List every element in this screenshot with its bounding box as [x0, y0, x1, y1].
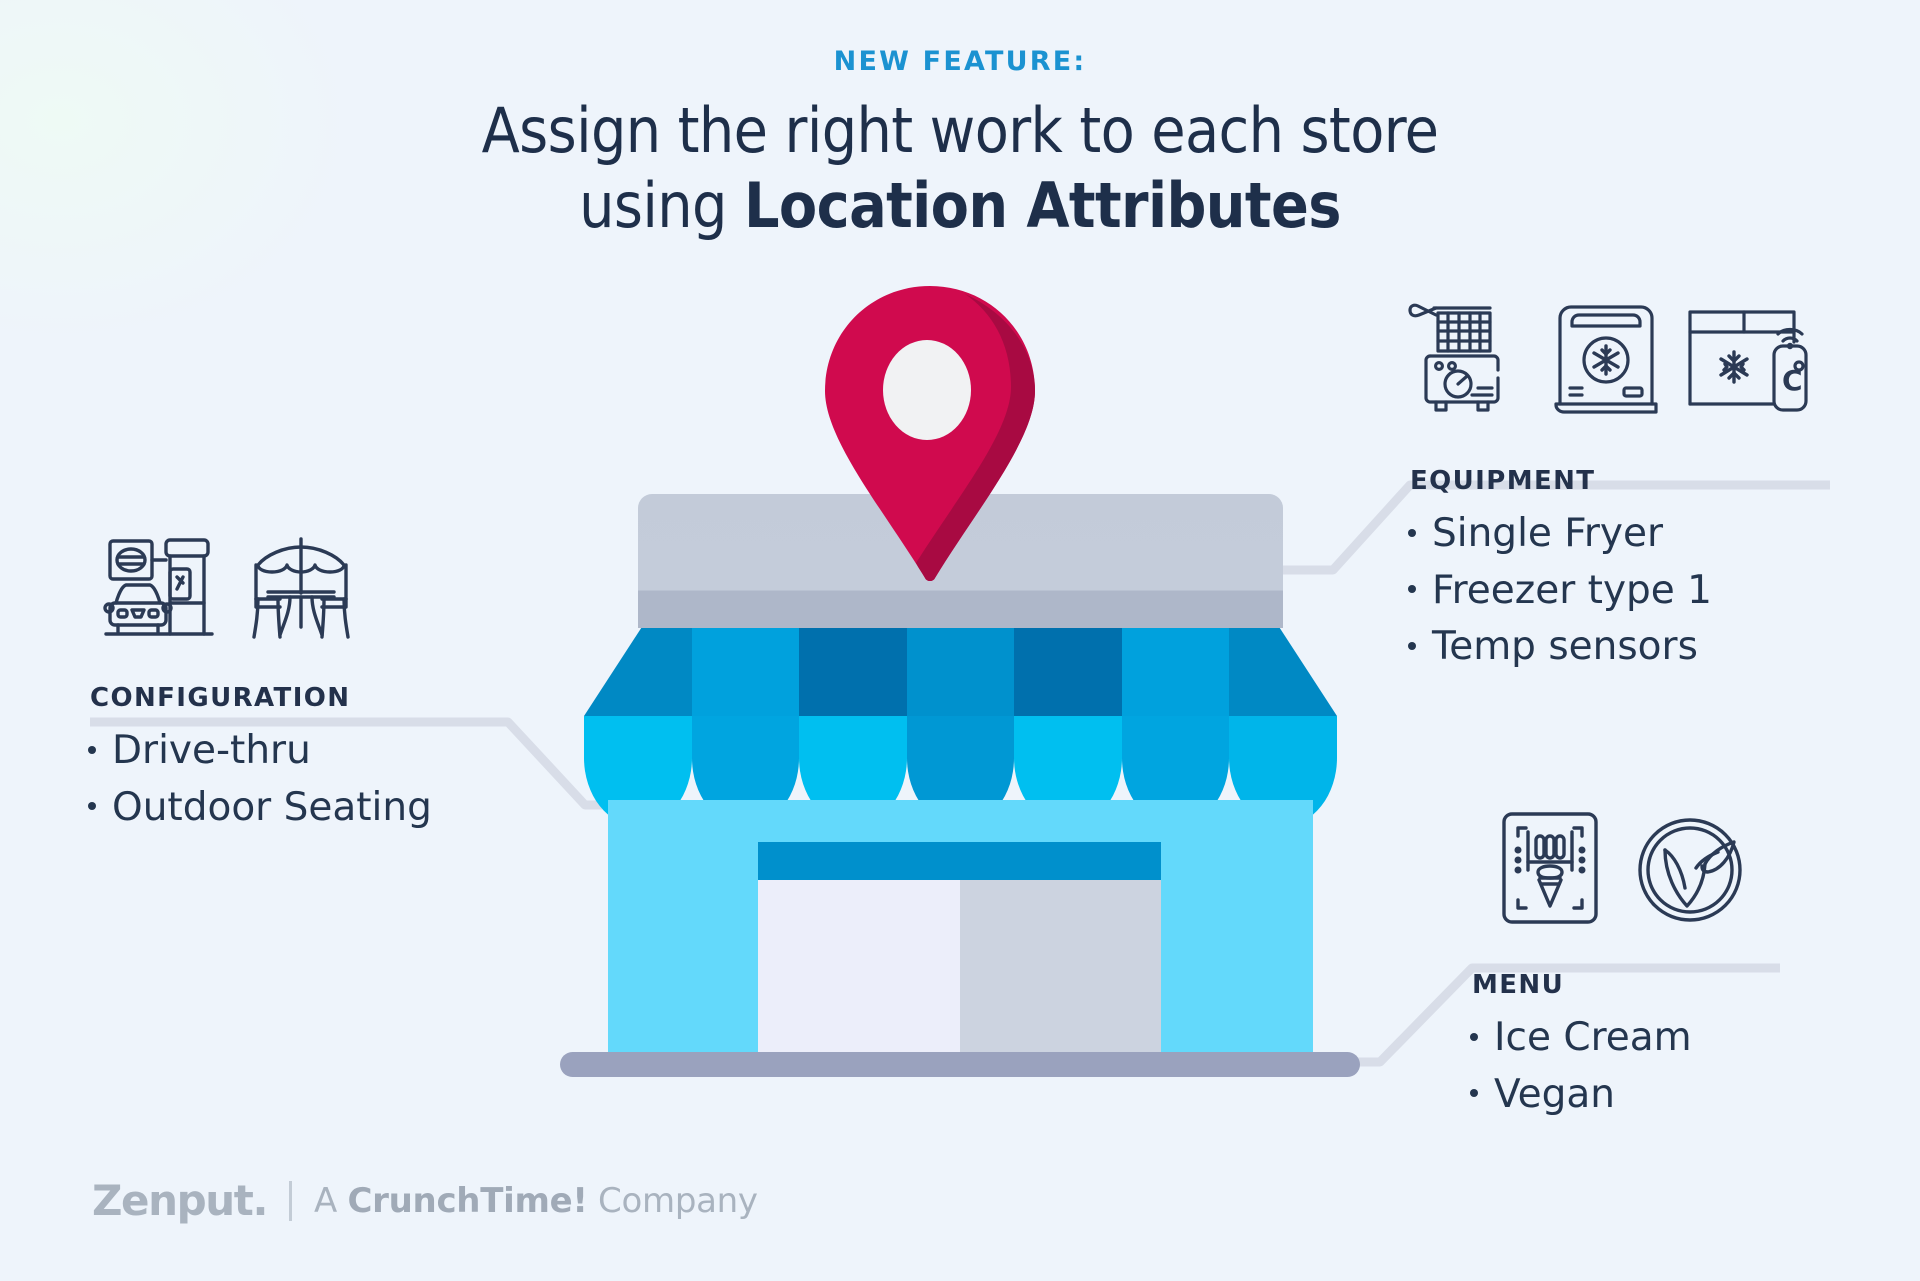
list-item-label: Temp sensors — [1432, 624, 1698, 670]
awning-top-segment — [1122, 628, 1230, 716]
callout-kicker-equipment: EQUIPMENT — [1410, 466, 1596, 496]
bullet-dot — [1408, 528, 1416, 537]
zenput-logo: Zenput. — [92, 1176, 268, 1225]
bullet-dot — [1408, 641, 1416, 650]
list-item: Temp sensors — [1408, 619, 1812, 676]
list-item-label: Vegan — [1494, 1071, 1616, 1117]
footer-branding: Zenput. A CrunchTime! Company — [92, 1176, 758, 1225]
equipment-icon-row: C — [1408, 300, 1812, 418]
bullet-dot — [88, 802, 96, 811]
awning-top-band — [584, 628, 1337, 716]
store-base — [560, 1052, 1360, 1077]
eyebrow-label: NEW FEATURE: — [833, 46, 1087, 77]
equipment-attribute-list: Single Fryer Freezer type 1 Temp sensors — [1408, 506, 1812, 676]
list-item-label: Freezer type 1 — [1432, 567, 1712, 613]
callout-configuration: CONFIGURATION Drive-thru Outdoor Seating — [88, 535, 432, 836]
menu-attribute-list: Ice Cream Vegan — [1470, 1010, 1746, 1123]
list-item: Ice Cream — [1470, 1010, 1746, 1067]
awning-top-segment — [1229, 628, 1337, 716]
awning-top-segment — [799, 628, 907, 716]
store-awning — [584, 628, 1338, 826]
crunchtime-brand: CrunchTime! — [347, 1180, 588, 1221]
list-item-label: Drive-thru — [112, 728, 311, 773]
vegan-icon — [1638, 818, 1742, 922]
footer-tagline-suffix: Company — [587, 1180, 758, 1221]
callout-menu: MENU Ice Cream Vegan — [1470, 810, 1746, 1123]
footer-tagline: A CrunchTime! Company — [314, 1181, 758, 1221]
list-item: Vegan — [1470, 1067, 1746, 1124]
callout-kicker-configuration: CONFIGURATION — [90, 683, 351, 713]
footer-divider — [289, 1180, 293, 1221]
temp-sensor-icon: C — [1688, 310, 1808, 412]
infographic-canvas: NEW FEATURE: Assign the right work to ea… — [0, 0, 1920, 1281]
bullet-dot — [1408, 585, 1416, 594]
list-item: Outdoor Seating — [88, 780, 432, 837]
list-item-label: Outdoor Seating — [112, 784, 432, 830]
configuration-attribute-list: Drive-thru Outdoor Seating — [88, 723, 432, 836]
list-item: Single Fryer — [1408, 506, 1812, 563]
outdoor-seating-icon — [252, 537, 350, 639]
configuration-icon-row — [102, 535, 432, 647]
headline-line-2: using Location Attributes — [0, 171, 1920, 240]
list-item-label: Ice Cream — [1494, 1015, 1692, 1060]
store-sign-band — [758, 842, 1161, 880]
store-window-right — [960, 880, 1161, 1058]
list-item: Drive-thru — [88, 723, 432, 780]
awning-top-segment — [692, 628, 800, 716]
awning-top-segment — [584, 628, 692, 716]
callout-equipment: C EQUIPMENT Single Fryer Freezer type 1 … — [1408, 300, 1812, 676]
storefront-illustration — [560, 286, 1360, 1120]
bullet-dot — [1470, 1089, 1478, 1098]
headline-line-2-plain: using — [579, 169, 744, 243]
list-item-label: Single Fryer — [1432, 511, 1664, 556]
awning-top-segment — [907, 628, 1015, 716]
store-window-left — [758, 880, 960, 1058]
page-title: Assign the right work to each store usin… — [0, 96, 1920, 241]
ice-cream-machine-icon — [1502, 812, 1598, 924]
location-pin-icon — [815, 280, 1045, 590]
headline-line-2-bold: Location Attributes — [743, 169, 1341, 243]
awning-top-segment — [1014, 628, 1122, 716]
drive-thru-icon — [103, 538, 214, 636]
bullet-dot — [88, 745, 96, 754]
list-item: Freezer type 1 — [1408, 563, 1812, 620]
callout-kicker-menu: MENU — [1472, 970, 1565, 1000]
freezer-icon — [1554, 305, 1658, 414]
store-facade — [608, 800, 1313, 1058]
headline-line-1: Assign the right work to each store — [481, 94, 1439, 167]
footer-tagline-prefix: A — [314, 1180, 348, 1221]
bullet-dot — [1470, 1032, 1478, 1041]
menu-icon-row — [1500, 810, 1746, 926]
fryer-icon — [1408, 303, 1500, 412]
